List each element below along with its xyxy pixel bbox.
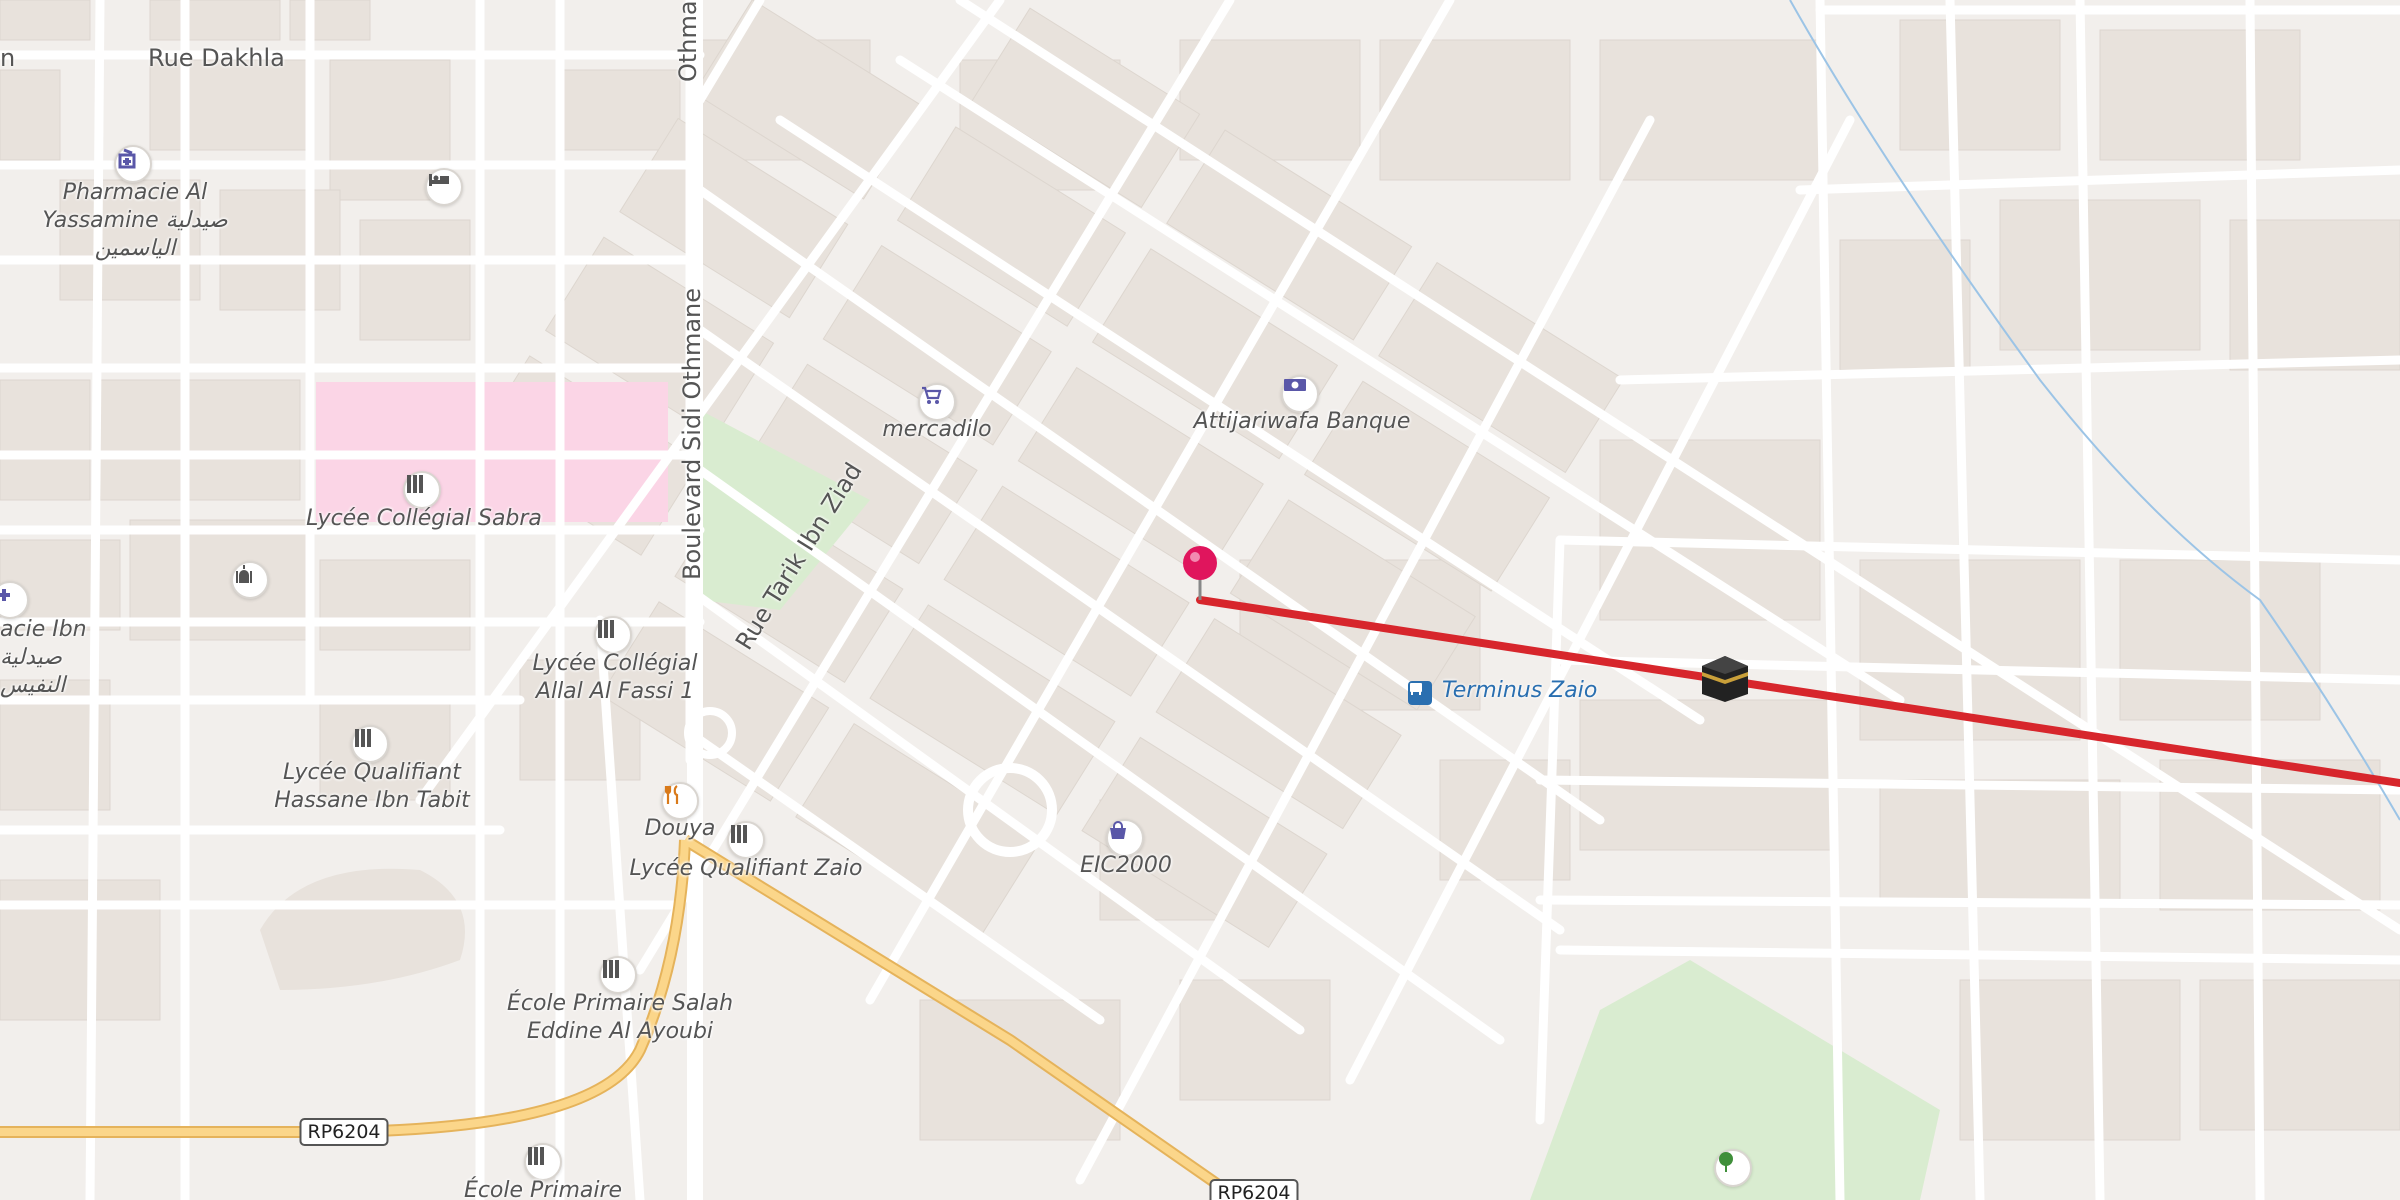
street-label-partial: n [0,44,16,72]
label-pharmacie-ibn: acie Ibn صيدلية النفيس [0,617,87,698]
label-lycee-allal: Lycée Collégial Allal Al Fassi 1 [532,651,698,704]
label-mercadilo: mercadilo [882,417,992,442]
bus-icon[interactable] [1408,681,1432,705]
school-icon-allal[interactable] [594,616,632,654]
label-ecole-salah: École Primaire Salah Eddine Al Ayoubi [506,991,734,1044]
road-shield-rp6204-b: RP6204 [1209,1179,1299,1200]
label-ecole-primaire: École Primaire [463,1178,623,1200]
school-icon[interactable] [403,471,441,509]
bed-icon[interactable] [425,168,463,206]
road-shield-rp6204: RP6204 [299,1118,389,1146]
label-lycee-zaio: Lycée Qualifiant Zaio [629,856,863,881]
label-terminus: Terminus Zaio [1442,678,1598,703]
label-attijariwafa: Attijariwafa Banque [1193,409,1411,434]
school-icon-salah[interactable] [599,956,637,994]
label-pharmacie-yassamine: Pharmacie Al Yassamine صيدلية الياسمين [42,180,228,261]
street-label-bd-sidi-othmane: Boulevard Sidi Othmane [678,287,706,580]
street-label-rue-dakhla: Rue Dakhla [148,44,285,72]
pharmacy-icon[interactable] [114,145,152,183]
school-icon-primaire[interactable] [524,1143,562,1181]
school-icon-zaio[interactable] [727,821,765,859]
label-douya: Douya [644,816,716,841]
label-lycee-sabra: Lycée Collégial Sabra [306,506,542,531]
street-label-bd-sidi-othmane-top: Othmane [674,0,702,82]
map-canvas[interactable]: Rue Dakhla Boulevard Sidi Othmane Othman… [0,0,2400,1200]
large-building [260,868,465,990]
school-icon-hassane[interactable] [351,725,389,763]
kaaba-icon[interactable] [1700,654,1750,704]
label-eic2000: EIC2000 [1080,853,1172,878]
location-pin-icon[interactable] [1183,546,1217,600]
label-lycee-hassane: Lycée Qualifiant Hassane Ibn Tabit [274,760,470,813]
tree-icon[interactable] [1714,1149,1752,1187]
mosque-icon[interactable] [231,561,269,599]
map-base [0,0,2400,1200]
